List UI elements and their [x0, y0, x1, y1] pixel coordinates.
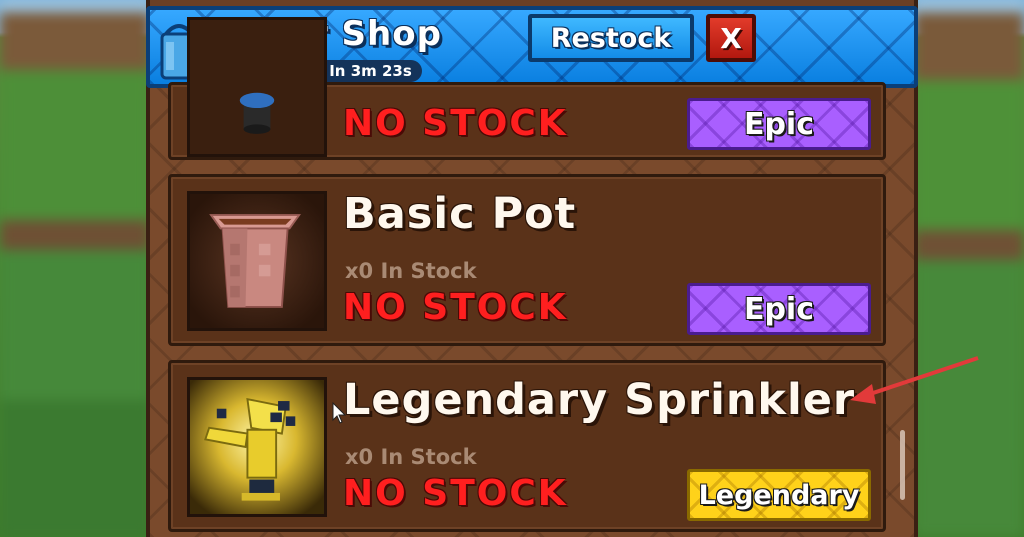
no-stock-label: NO STOCK: [343, 103, 568, 144]
restock-button[interactable]: Restock: [528, 14, 694, 62]
no-stock-label: NO STOCK: [343, 473, 568, 514]
item-thumbnail: [187, 17, 327, 157]
rarity-badge: Legendary: [687, 469, 871, 521]
rarity-badge: Epic: [687, 283, 871, 335]
item-thumbnail: [187, 191, 327, 331]
item-name: Legendary Sprinkler: [343, 375, 856, 425]
item-name: Basic Pot: [343, 189, 577, 239]
close-button[interactable]: X: [706, 14, 756, 62]
stock-count: x0 In Stock: [345, 445, 477, 469]
red-annotation-arrow-icon: [850, 356, 979, 404]
stock-count: x0 In Stock: [345, 259, 477, 283]
no-stock-label: NO STOCK: [343, 287, 568, 328]
shop-item-row[interactable]: Basic Pot x0 In Stock NO STOCK Epic: [168, 174, 886, 346]
basic-pot-icon: [190, 194, 324, 328]
rarity-badge: Epic: [687, 98, 871, 150]
legendary-sprinkler-icon: [190, 380, 324, 514]
shop-item-row[interactable]: NO STOCK Epic: [168, 17, 886, 160]
scrollbar[interactable]: [900, 430, 905, 500]
sprinkler-partial-icon: [190, 20, 324, 154]
background-scenery-right: [914, 0, 1024, 537]
item-thumbnail: [187, 377, 327, 517]
shop-item-row[interactable]: Legendary Sprinkler x0 In Stock NO STOCK…: [168, 360, 886, 532]
background-scenery-left: [0, 0, 150, 537]
mouse-cursor-icon: [332, 402, 346, 424]
